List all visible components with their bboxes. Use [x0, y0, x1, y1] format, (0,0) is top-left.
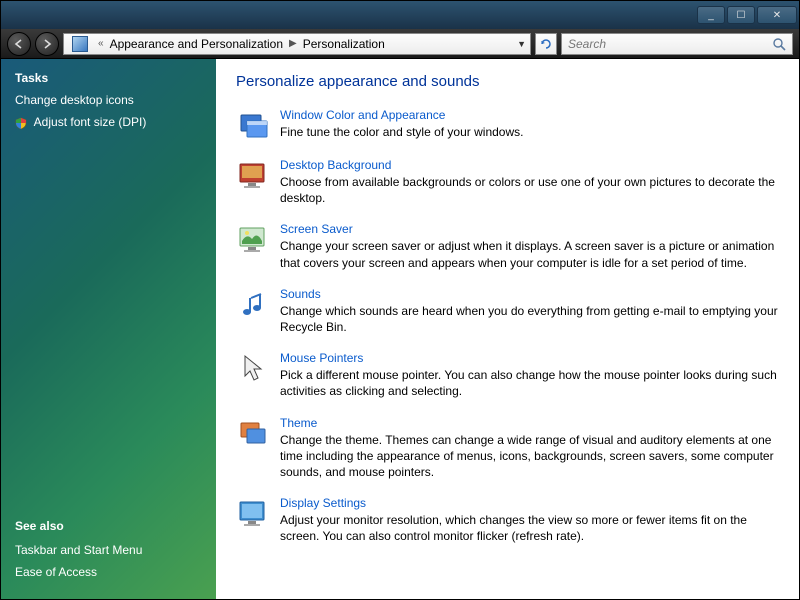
- titlebar: _ ☐ ✕: [1, 1, 799, 29]
- item-desc: Choose from available backgrounds or col…: [280, 174, 779, 206]
- sidebar-link-adjust-font-size[interactable]: Adjust font size (DPI): [15, 115, 202, 129]
- chevron-right-icon: ▶: [289, 38, 297, 49]
- navbar: « Appearance and Personalization ▶ Perso…: [1, 29, 799, 59]
- sidebar-link-change-desktop-icons[interactable]: Change desktop icons: [15, 93, 202, 107]
- sidebar-link-ease-of-access[interactable]: Ease of Access: [15, 565, 202, 579]
- item-desktop-background: Desktop Background Choose from available…: [236, 158, 779, 206]
- body: Tasks Change desktop icons Adjust font s…: [1, 59, 799, 599]
- search-placeholder: Search: [568, 37, 606, 51]
- control-panel-window: _ ☐ ✕ « Appearance and Personalization ▶…: [0, 0, 800, 600]
- item-title[interactable]: Display Settings: [280, 496, 779, 510]
- item-desc: Change which sounds are heard when you d…: [280, 303, 779, 335]
- item-window-color: Window Color and Appearance Fine tune th…: [236, 108, 779, 142]
- close-glyph: ✕: [773, 10, 781, 21]
- maximize-button[interactable]: ☐: [727, 6, 755, 24]
- sidebar-spacer: [15, 137, 202, 519]
- item-title[interactable]: Window Color and Appearance: [280, 108, 779, 122]
- crumb-prefix: «: [98, 38, 104, 49]
- tasks-heading: Tasks: [15, 71, 202, 85]
- back-button[interactable]: [7, 32, 31, 56]
- item-display-settings: Display Settings Adjust your monitor res…: [236, 496, 779, 544]
- item-title[interactable]: Desktop Background: [280, 158, 779, 172]
- search-icon: [772, 37, 786, 51]
- item-desc: Pick a different mouse pointer. You can …: [280, 367, 779, 399]
- minimize-glyph: _: [708, 10, 714, 21]
- search-box[interactable]: Search: [561, 33, 793, 55]
- sidebar-link-label: Change desktop icons: [15, 93, 134, 107]
- sidebar-link-taskbar-start[interactable]: Taskbar and Start Menu: [15, 543, 202, 557]
- forward-button[interactable]: [35, 32, 59, 56]
- item-screen-saver: Screen Saver Change your screen saver or…: [236, 222, 779, 270]
- sounds-icon: [236, 287, 270, 321]
- item-title[interactable]: Screen Saver: [280, 222, 779, 236]
- desktop-bg-icon: [236, 158, 270, 192]
- control-panel-icon: [72, 36, 88, 52]
- theme-icon: [236, 416, 270, 450]
- item-desc: Change the theme. Themes can change a wi…: [280, 432, 779, 481]
- refresh-button[interactable]: [535, 33, 557, 55]
- screensaver-icon: [236, 222, 270, 256]
- sidebar-link-label: Adjust font size (DPI): [34, 115, 147, 129]
- forward-arrow-icon: [42, 39, 52, 49]
- minimize-button[interactable]: _: [697, 6, 725, 24]
- crumb-appearance[interactable]: Appearance and Personalization: [110, 37, 283, 51]
- item-desc: Fine tune the color and style of your wi…: [280, 124, 779, 140]
- back-arrow-icon: [14, 39, 24, 49]
- sidebar-link-label: Ease of Access: [15, 565, 97, 579]
- address-dropdown-icon[interactable]: ▼: [517, 39, 526, 49]
- item-desc: Change your screen saver or adjust when …: [280, 238, 779, 270]
- refresh-icon: [539, 37, 553, 51]
- close-button[interactable]: ✕: [757, 6, 797, 24]
- crumb-personalization[interactable]: Personalization: [303, 37, 385, 51]
- item-desc: Adjust your monitor resolution, which ch…: [280, 512, 779, 544]
- window-color-icon: [236, 108, 270, 142]
- maximize-glyph: ☐: [737, 10, 746, 21]
- item-theme: Theme Change the theme. Themes can chang…: [236, 416, 779, 481]
- seealso-heading: See also: [15, 519, 202, 533]
- display-icon: [236, 496, 270, 530]
- item-mouse-pointers: Mouse Pointers Pick a different mouse po…: [236, 351, 779, 399]
- item-title[interactable]: Mouse Pointers: [280, 351, 779, 365]
- item-title[interactable]: Sounds: [280, 287, 779, 301]
- sidebar: Tasks Change desktop icons Adjust font s…: [1, 59, 216, 599]
- item-sounds: Sounds Change which sounds are heard whe…: [236, 287, 779, 335]
- main-content: Personalize appearance and sounds Window…: [216, 59, 799, 599]
- sidebar-link-label: Taskbar and Start Menu: [15, 543, 142, 557]
- item-title[interactable]: Theme: [280, 416, 779, 430]
- mouse-icon: [236, 351, 270, 385]
- shield-icon: [15, 117, 27, 129]
- address-bar[interactable]: « Appearance and Personalization ▶ Perso…: [63, 33, 531, 55]
- page-title: Personalize appearance and sounds: [236, 73, 779, 90]
